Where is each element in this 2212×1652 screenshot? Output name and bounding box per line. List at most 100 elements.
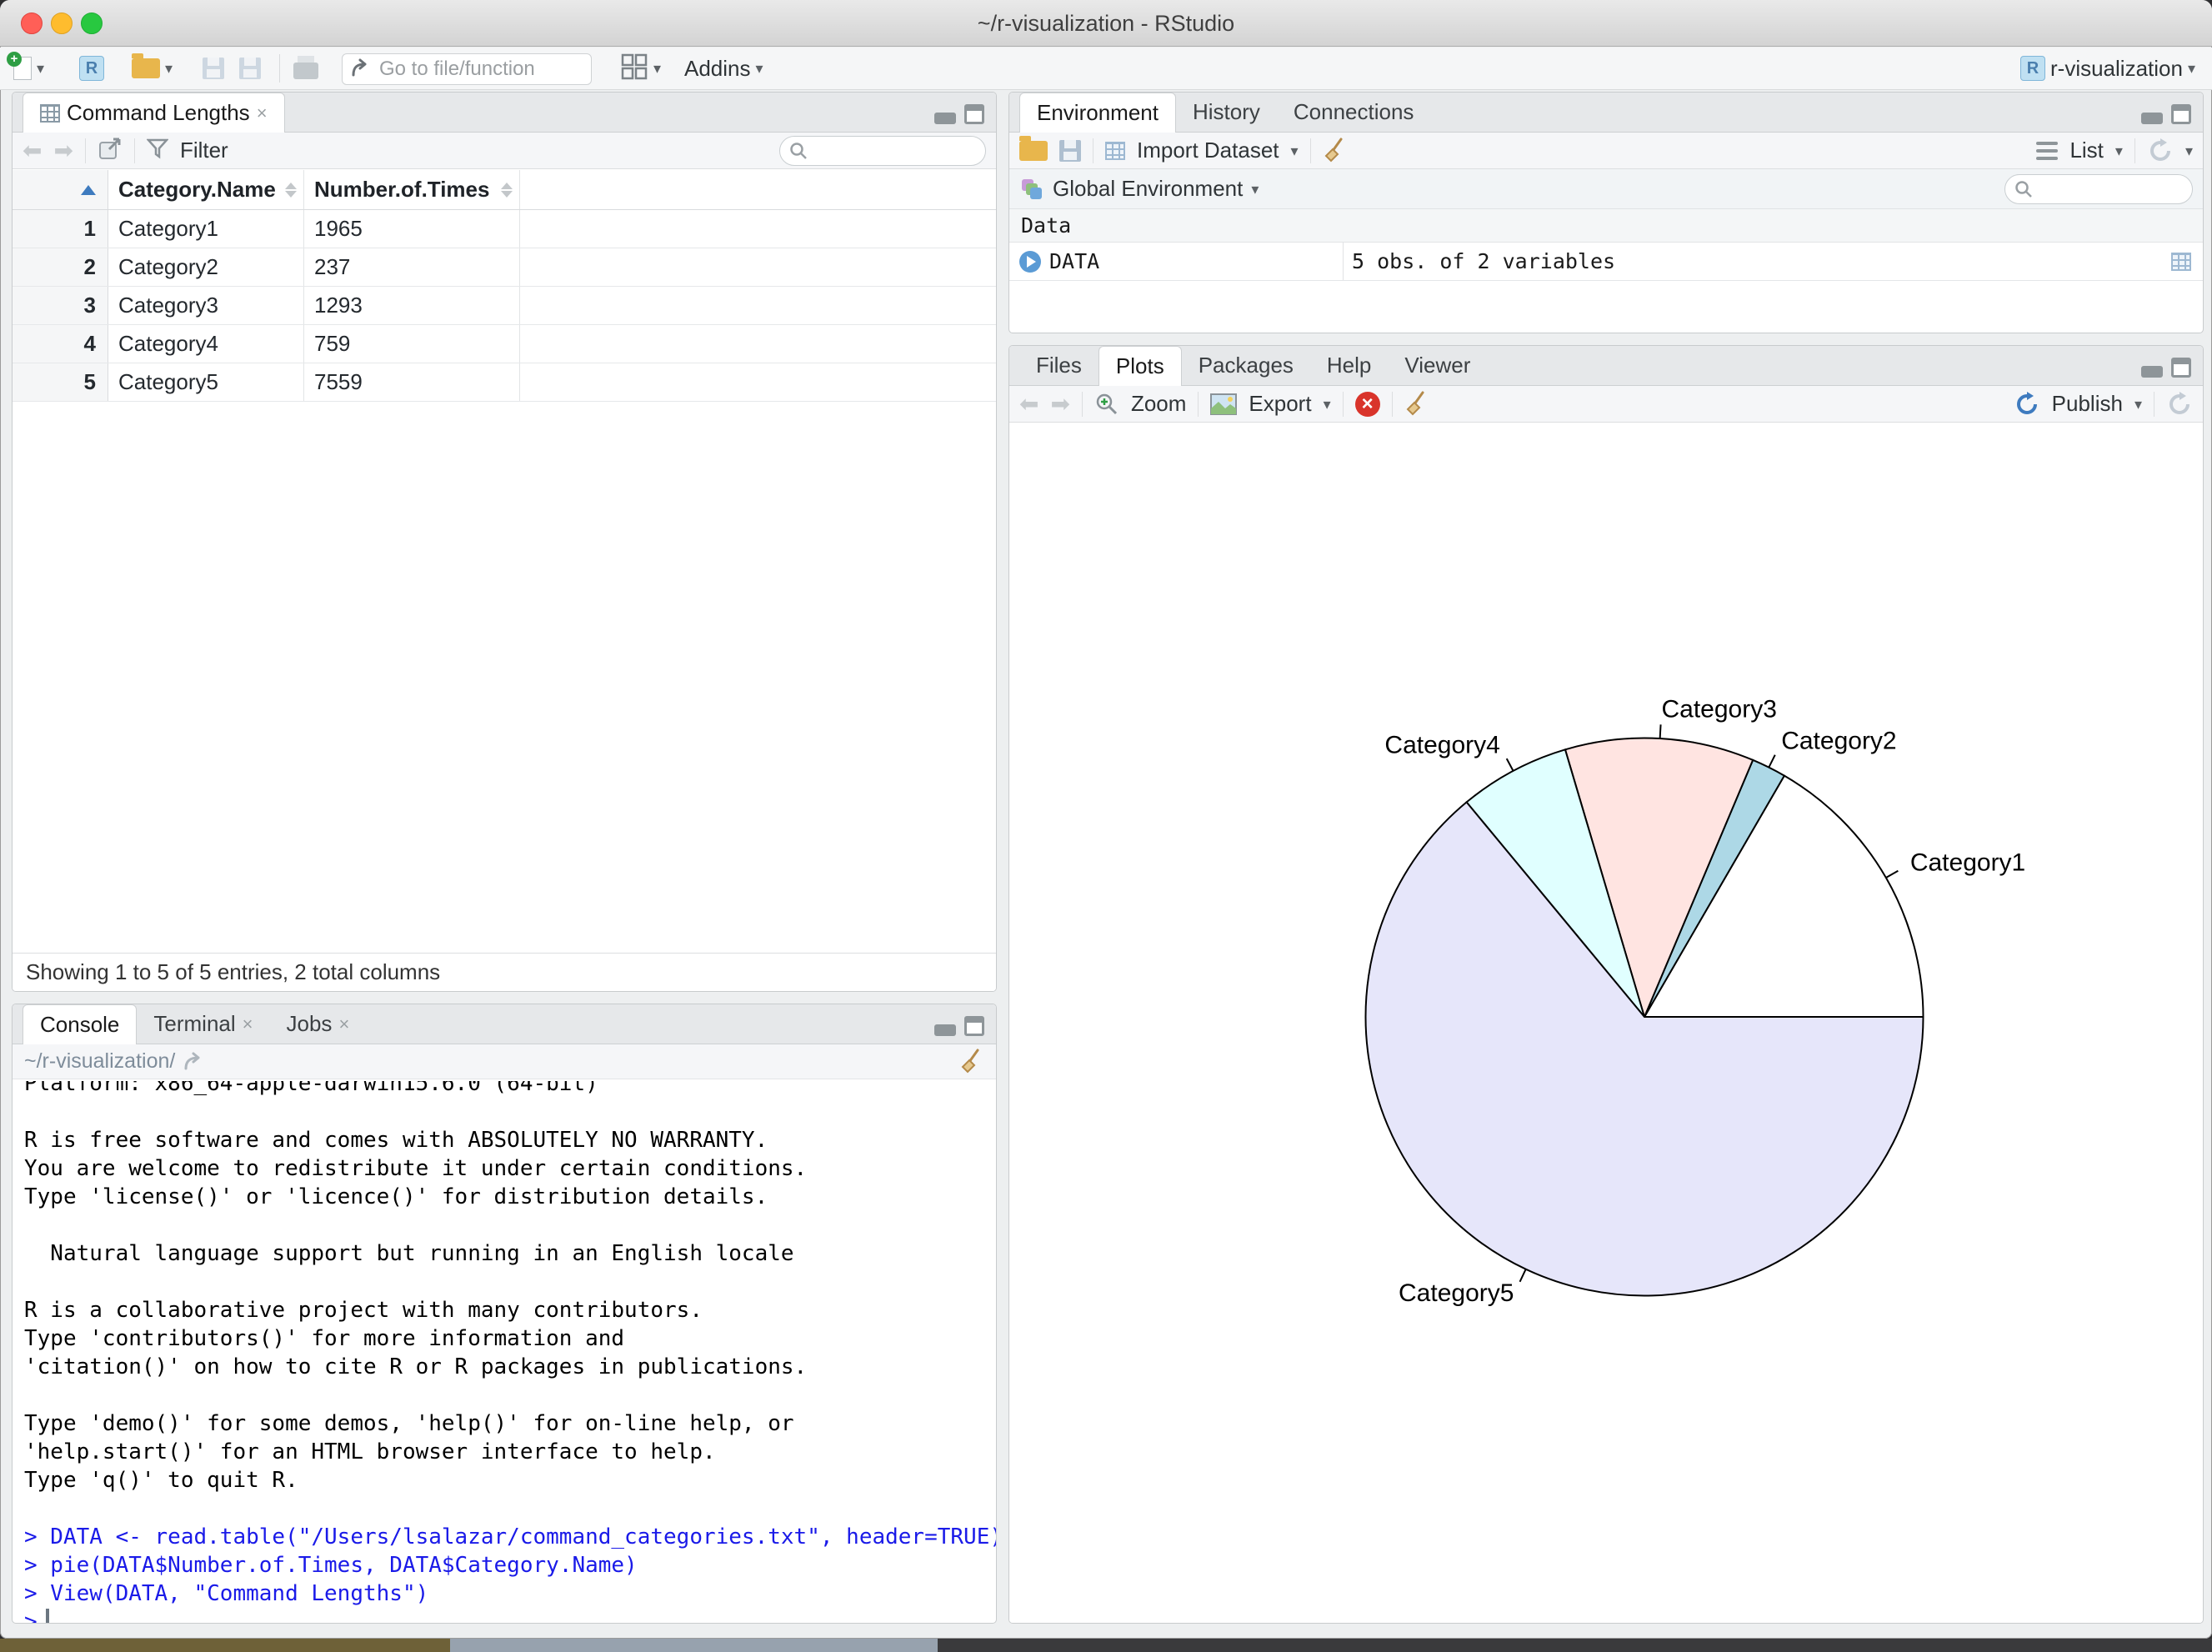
refresh-plot-icon[interactable] <box>2166 391 2193 418</box>
minimize-pane-icon[interactable] <box>2141 366 2163 378</box>
new-file-button[interactable]: + ▾ <box>7 48 45 89</box>
goto-file-icon <box>352 58 367 77</box>
window-title: ~/r-visualization - RStudio <box>977 11 1235 36</box>
close-tab-icon[interactable]: × <box>257 103 268 124</box>
table-row[interactable]: 4 Category4 759 <box>13 325 996 363</box>
import-dataset-button[interactable]: Import Dataset <box>1137 138 1279 163</box>
table-row[interactable]: 2 Category2 237 <box>13 248 996 287</box>
pane-layout-button[interactable]: ▾ <box>620 48 661 89</box>
maximize-pane-icon[interactable] <box>964 104 984 124</box>
viewer-tab-label: Command Lengths <box>67 100 250 125</box>
load-workspace-icon[interactable] <box>1019 135 1048 161</box>
previous-plot-icon[interactable]: ⬅ <box>1019 390 1038 418</box>
maximize-pane-icon[interactable] <box>964 1016 984 1036</box>
expand-object-icon[interactable] <box>1019 250 1041 273</box>
save-workspace-icon[interactable] <box>1059 139 1081 162</box>
forward-icon[interactable]: ➡ <box>53 137 73 164</box>
sort-toggle-icon <box>501 182 513 198</box>
column-header-number-of-times[interactable]: Number.of.Times <box>304 170 520 209</box>
project-selector[interactable]: R r-visualization ▾ <box>2020 48 2195 89</box>
maximize-pane-icon[interactable] <box>2171 104 2191 124</box>
tab-history[interactable]: History <box>1176 93 1277 132</box>
column-header-category-name[interactable]: Category.Name <box>108 170 304 209</box>
table-row[interactable]: 3 Category3 1293 <box>13 287 996 325</box>
environment-object-row[interactable]: DATA 5 obs. of 2 variables <box>1009 243 2203 281</box>
maximize-pane-icon[interactable] <box>2171 358 2191 378</box>
data-table: Category.Name Number.of.Times 1 Category… <box>13 170 996 402</box>
pane-minmax <box>2141 104 2191 124</box>
tab-files[interactable]: Files <box>1019 346 1098 385</box>
clear-all-plots-icon[interactable] <box>1404 391 1429 418</box>
rownum-header[interactable] <box>13 170 108 209</box>
open-file-button[interactable]: ▾ <box>132 48 173 89</box>
save-all-button[interactable] <box>239 48 261 89</box>
toolbar-separator <box>1309 138 1311 163</box>
zoom-plot-button[interactable]: Zoom <box>1131 391 1186 417</box>
tab-help[interactable]: Help <box>1310 346 1388 385</box>
tab-terminal[interactable]: Terminal × <box>137 1004 269 1044</box>
table-row[interactable]: 5 Category5 7559 <box>13 363 996 402</box>
tab-packages[interactable]: Packages <box>1182 346 1310 385</box>
close-tab-icon[interactable]: × <box>338 1014 349 1035</box>
pie-label-category5: Category5 <box>1399 1279 1514 1307</box>
cell-category-name: Category2 <box>108 248 304 286</box>
viewer-search-input[interactable] <box>779 135 986 166</box>
toolbar-separator <box>1198 391 1199 417</box>
remove-plot-icon[interactable]: × <box>1354 391 1380 417</box>
new-project-button[interactable]: R <box>79 48 104 89</box>
dataframe-icon <box>40 103 60 123</box>
pie-label-category2: Category2 <box>1781 728 1896 755</box>
minimize-pane-icon[interactable] <box>934 113 956 124</box>
list-view-button[interactable]: List <box>2069 138 2103 163</box>
tab-environment[interactable]: Environment <box>1019 93 1176 133</box>
clear-environment-icon[interactable] <box>1323 138 1348 164</box>
popout-icon[interactable] <box>98 136 123 165</box>
filter-button[interactable]: Filter <box>180 138 228 163</box>
tab-label: History <box>1192 99 1260 124</box>
print-button[interactable] <box>293 48 318 89</box>
environment-search-input[interactable] <box>2004 173 2193 204</box>
addins-button[interactable]: Addins ▾ <box>684 48 763 89</box>
console-line: 'help.start()' for an HTML browser inter… <box>24 1439 716 1464</box>
tab-command-lengths[interactable]: Command Lengths × <box>23 93 285 133</box>
tab-viewer[interactable]: Viewer <box>1388 346 1487 385</box>
console-line: R is a collaborative project with many c… <box>24 1298 703 1323</box>
console-output[interactable]: Platform: x86_64-apple-darwin15.6.0 (64-… <box>13 1081 996 1623</box>
view-dataframe-icon[interactable] <box>2171 252 2191 271</box>
project-name: r-visualization <box>2050 55 2183 81</box>
next-plot-icon[interactable]: ➡ <box>1050 390 1069 418</box>
open-in-new-window-icon[interactable] <box>183 1052 207 1072</box>
row-number: 4 <box>13 325 108 363</box>
table-row[interactable]: 1 Category1 1965 <box>13 210 996 248</box>
console-prompt[interactable]: > <box>24 1608 996 1623</box>
tab-jobs[interactable]: Jobs × <box>270 1004 367 1044</box>
console-tabbar: Console Terminal × Jobs × <box>13 1004 996 1044</box>
project-icon: R <box>2020 56 2045 81</box>
cell-category-name: Category5 <box>108 363 304 401</box>
save-icon <box>203 58 224 79</box>
tab-plots[interactable]: Plots <box>1098 346 1182 386</box>
publish-button[interactable]: Publish <box>2052 391 2123 417</box>
cell-category-name: Category4 <box>108 325 304 363</box>
cell-number-of-times: 759 <box>304 325 520 363</box>
save-button[interactable] <box>203 48 224 89</box>
chevron-down-icon: ▾ <box>37 60 45 77</box>
pane-minmax <box>934 104 984 124</box>
environment-scope-selector[interactable]: Global Environment <box>1053 176 1243 202</box>
refresh-icon[interactable] <box>2147 138 2174 164</box>
back-icon[interactable]: ⬅ <box>23 137 42 164</box>
cell-number-of-times: 1293 <box>304 287 520 324</box>
minimize-pane-icon[interactable] <box>934 1024 956 1036</box>
tab-console[interactable]: Console <box>23 1004 138 1044</box>
environment-toolbar: Import Dataset ▾ List ▾ ▾ <box>1009 133 2203 169</box>
clear-console-icon[interactable] <box>959 1049 984 1075</box>
export-plot-button[interactable]: Export <box>1249 391 1311 417</box>
tab-connections[interactable]: Connections <box>1277 93 1431 132</box>
environment-section-header: Data <box>1009 209 2203 243</box>
minimize-pane-icon[interactable] <box>2141 113 2163 124</box>
console-line: Type 'q()' to quit R. <box>24 1468 298 1493</box>
tab-label: Plots <box>1115 353 1164 378</box>
close-tab-icon[interactable]: × <box>243 1014 253 1035</box>
goto-file-input[interactable]: Go to file/function <box>342 53 592 85</box>
